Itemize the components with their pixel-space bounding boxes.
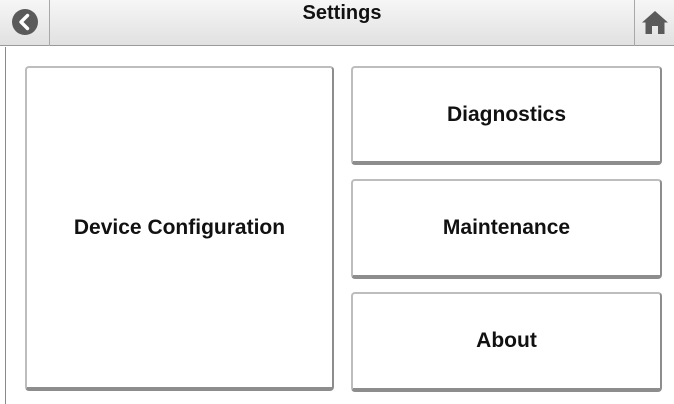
header-bar: Settings bbox=[0, 0, 674, 46]
diagnostics-button[interactable]: Diagnostics bbox=[351, 66, 662, 165]
about-button[interactable]: About bbox=[351, 292, 662, 392]
home-icon bbox=[641, 11, 668, 34]
diagnostics-label: Diagnostics bbox=[446, 102, 567, 126]
about-label: About bbox=[476, 329, 537, 352]
device-configuration-label: Device Configuration bbox=[73, 215, 286, 239]
device-configuration-button[interactable]: Device Configuration bbox=[25, 66, 334, 391]
page-title: Settings bbox=[302, 2, 382, 24]
maintenance-button[interactable]: Maintenance bbox=[351, 179, 662, 279]
left-divider bbox=[5, 47, 6, 404]
maintenance-label: Maintenance bbox=[442, 216, 571, 239]
back-button[interactable] bbox=[0, 0, 50, 46]
home-button[interactable] bbox=[634, 0, 674, 46]
chevron-left-circle-icon bbox=[11, 9, 38, 35]
